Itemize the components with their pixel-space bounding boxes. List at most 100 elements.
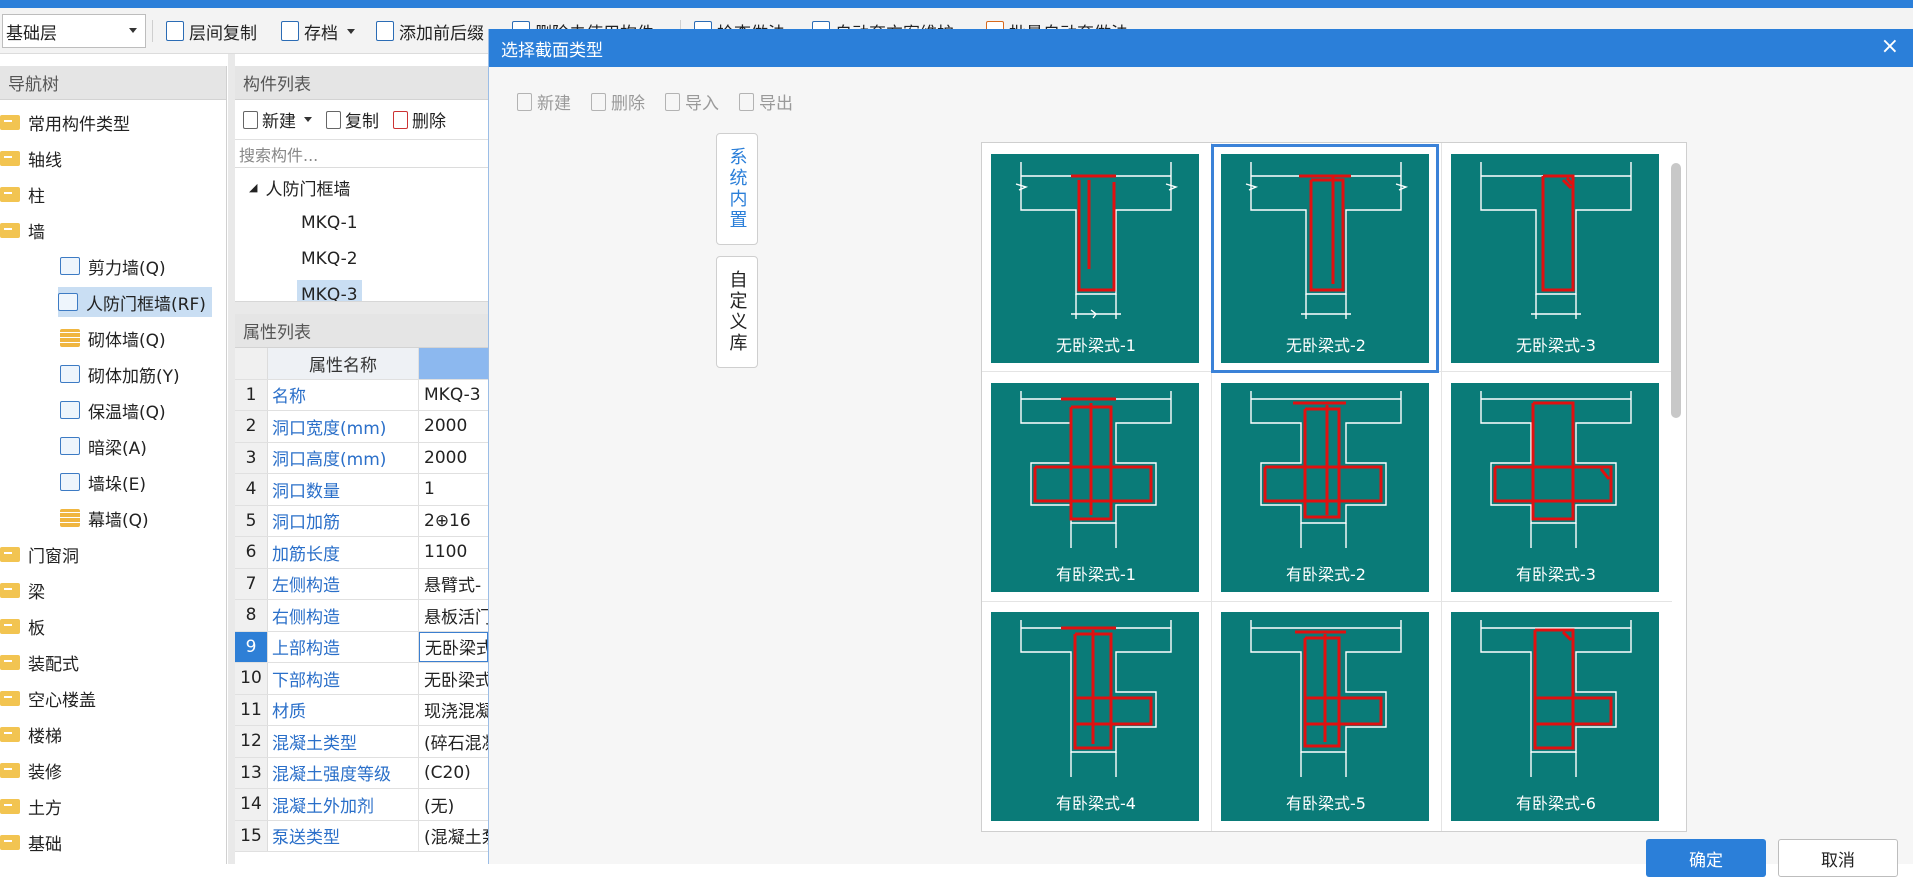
property-value[interactable]: 无卧梁式 xyxy=(419,663,488,694)
property-value[interactable]: 2000 xyxy=(419,411,488,442)
nav-item-column[interactable]: 柱 xyxy=(0,179,45,209)
nav-item-hollow-floor[interactable]: 空心楼盖 xyxy=(0,683,96,713)
property-row[interactable]: 8 右侧构造 悬板活门 xyxy=(235,600,488,632)
nav-item-earthwork[interactable]: 土方 xyxy=(0,791,62,821)
component-group[interactable]: ◢ 人防门框墙 xyxy=(249,172,350,202)
section-card[interactable]: 有卧梁式-4 xyxy=(990,611,1200,822)
nav-item-hidden-beam[interactable]: 暗梁(A) xyxy=(60,431,147,461)
nav-item-finish[interactable]: 装修 xyxy=(0,755,62,785)
property-value[interactable]: (无) xyxy=(419,789,488,820)
close-icon[interactable]: × xyxy=(1881,36,1899,58)
nav-item-masonry-rebar[interactable]: 砌体加筋(Y) xyxy=(60,359,180,389)
property-row[interactable]: 5 洞口加筋 2⊕16 xyxy=(235,505,488,537)
property-value[interactable]: 2⊕16 xyxy=(419,506,488,537)
tab-system-builtin[interactable]: 系统内置 xyxy=(716,133,758,245)
section-card-selected[interactable]: 无卧梁式-2 xyxy=(1211,144,1439,373)
component-search-input[interactable]: 搜索构件... xyxy=(235,140,488,168)
nav-item-label: 砌体墙(Q) xyxy=(88,330,166,351)
property-value[interactable]: (C20) xyxy=(419,758,488,789)
gallery-scrollbar[interactable] xyxy=(1671,163,1681,418)
nav-item-civil-defense-door-wall[interactable]: 人防门框墙(RF) xyxy=(58,287,212,317)
nav-item-wall-pier[interactable]: 墙垛(E) xyxy=(60,467,146,497)
delete-component-button[interactable]: 删除 xyxy=(393,107,446,132)
property-value[interactable]: 现浇混凝 xyxy=(419,695,488,726)
property-row-selected[interactable]: 9 上部构造 无卧梁式 xyxy=(235,631,488,663)
nav-item-label: 暗梁(A) xyxy=(88,438,147,459)
property-value[interactable]: 2000 xyxy=(419,443,488,474)
nav-item-wall[interactable]: 墙 xyxy=(0,215,45,245)
property-row[interactable]: 15泵送类型(混凝土泵 xyxy=(235,820,488,852)
folder-open-icon xyxy=(0,222,20,238)
archive-button[interactable]: 存档 xyxy=(281,18,355,44)
dialog-new-button[interactable]: 新建 xyxy=(517,89,571,114)
row-number: 12 xyxy=(235,726,268,757)
property-row[interactable]: 1 名称 MKQ-3 xyxy=(235,379,488,411)
export-icon xyxy=(739,92,754,111)
nav-item-label: 板 xyxy=(28,618,45,639)
grid-divider xyxy=(982,371,1672,372)
property-row[interactable]: 10 下部构造 无卧梁式 xyxy=(235,663,488,695)
tab-custom-library[interactable]: 自定义库 xyxy=(716,256,758,368)
property-row[interactable]: 11 材质 现浇混凝 xyxy=(235,694,488,726)
section-card[interactable]: 有卧梁式-5 xyxy=(1220,611,1430,822)
dialog-export-button[interactable]: 导出 xyxy=(739,89,793,114)
property-row[interactable]: 2 洞口宽度(mm) 2000 xyxy=(235,411,488,443)
property-row[interactable]: 14 混凝土外加剂 (无) xyxy=(235,789,488,821)
new-component-button[interactable]: 新建 xyxy=(243,107,312,132)
component-item-selected[interactable]: MKQ-3 xyxy=(297,280,362,301)
floor-select[interactable]: 基础层 xyxy=(2,14,146,48)
property-value[interactable]: (碎石混凝 xyxy=(419,726,488,757)
copy-component-button[interactable]: 复制 xyxy=(326,107,379,132)
nav-item-axis[interactable]: 轴线 xyxy=(0,143,62,173)
nav-title: 导航树 xyxy=(0,66,226,100)
nav-item-prefab[interactable]: 装配式 xyxy=(0,647,79,677)
nav-item-insulation-wall[interactable]: 保温墙(Q) xyxy=(60,395,166,425)
property-value[interactable]: MKQ-3 xyxy=(419,380,488,411)
wall-pier-icon xyxy=(60,473,80,491)
property-name: 左侧构造 xyxy=(268,568,419,599)
panel-splitter[interactable] xyxy=(228,54,235,864)
nav-item-masonry-wall[interactable]: 砌体墙(Q) xyxy=(60,323,166,353)
property-row[interactable]: 6 加筋长度 1100 xyxy=(235,537,488,569)
property-value[interactable]: 悬板活门 xyxy=(419,600,488,631)
add-prefix-suffix-button[interactable]: 添加前后缀 xyxy=(376,18,484,44)
nav-item-stairs[interactable]: 楼梯 xyxy=(0,719,62,749)
property-name: 右侧构造 xyxy=(268,600,419,631)
nav-item-door-window[interactable]: 门窗洞 xyxy=(0,539,79,569)
section-card[interactable]: 无卧梁式-1 xyxy=(990,153,1200,364)
nav-item-beam[interactable]: 梁 xyxy=(0,575,45,605)
chevron-down-icon[interactable] xyxy=(129,28,137,33)
nav-item-curtain-wall[interactable]: 幕墙(Q) xyxy=(60,503,149,533)
property-value[interactable]: 1100 xyxy=(419,537,488,568)
dialog-import-button[interactable]: 导入 xyxy=(665,89,719,114)
property-row[interactable]: 7 左侧构造 悬臂式- xyxy=(235,568,488,600)
property-row[interactable]: 13 混凝土强度等级 (C20) xyxy=(235,757,488,789)
property-row[interactable]: 12混凝土类型(碎石混凝 xyxy=(235,726,488,758)
nav-item-slab[interactable]: 板 xyxy=(0,611,45,641)
property-value[interactable]: 1 xyxy=(419,474,488,505)
property-value-editor[interactable]: 无卧梁式 xyxy=(419,631,488,662)
nav-item-shear-wall[interactable]: 剪力墙(Q) xyxy=(60,251,166,281)
nav-item-common[interactable]: 常用构件类型 xyxy=(0,107,130,137)
section-card[interactable]: 有卧梁式-1 xyxy=(990,382,1200,593)
confirm-button[interactable]: 确定 xyxy=(1646,839,1766,877)
component-item[interactable]: MKQ-1 xyxy=(301,208,358,238)
section-card[interactable]: 有卧梁式-6 xyxy=(1450,611,1660,822)
section-card[interactable]: 无卧梁式-3 xyxy=(1450,153,1660,364)
property-row[interactable]: 3 洞口高度(mm) 2000 xyxy=(235,442,488,474)
property-value[interactable]: 悬臂式- xyxy=(419,569,488,600)
floor-copy-button[interactable]: 层间复制 xyxy=(166,18,257,44)
property-value[interactable]: (混凝土泵 xyxy=(419,821,488,852)
nav-item-label: 常用构件类型 xyxy=(28,114,130,135)
property-row[interactable]: 4 洞口数量 1 xyxy=(235,474,488,506)
grid-divider xyxy=(1211,143,1212,831)
folder-icon xyxy=(0,582,20,598)
section-card[interactable]: 有卧梁式-3 xyxy=(1450,382,1660,593)
dialog-delete-button[interactable]: 删除 xyxy=(591,89,645,114)
property-header-row: 属性名称 xyxy=(235,348,488,380)
cancel-button[interactable]: 取消 xyxy=(1778,839,1898,877)
hidden-beam-icon xyxy=(60,437,80,455)
section-card[interactable]: 有卧梁式-2 xyxy=(1220,382,1430,593)
component-item[interactable]: MKQ-2 xyxy=(301,244,358,274)
nav-item-foundation[interactable]: 基础 xyxy=(0,827,62,857)
